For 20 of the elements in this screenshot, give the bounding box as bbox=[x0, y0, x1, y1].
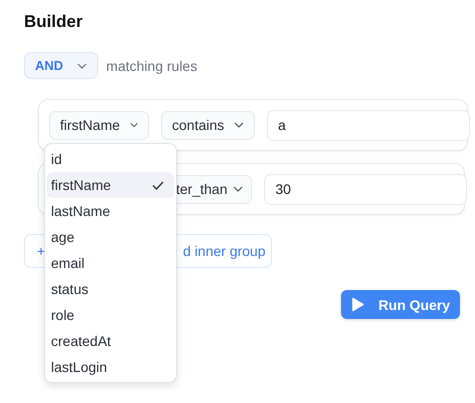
menu-item[interactable]: id bbox=[47, 146, 174, 172]
caret-icon bbox=[130, 122, 138, 128]
value-field[interactable]: 30 bbox=[264, 174, 468, 204]
menu-item[interactable]: role bbox=[47, 302, 174, 328]
combinator-select[interactable]: AND bbox=[24, 52, 98, 79]
caret-icon bbox=[77, 62, 88, 68]
run-query-button[interactable]: Run Query bbox=[341, 290, 460, 319]
menu-item[interactable]: status bbox=[47, 276, 174, 302]
value-field[interactable]: a bbox=[267, 110, 470, 140]
caret-icon bbox=[234, 122, 244, 128]
combinator-label: matching rules bbox=[106, 58, 198, 74]
play-icon bbox=[351, 297, 364, 312]
operator-select[interactable]: contains bbox=[161, 110, 255, 140]
check-icon bbox=[152, 180, 164, 190]
menu-item[interactable]: firstName bbox=[47, 172, 174, 198]
caret-icon bbox=[233, 186, 244, 192]
menu-item[interactable]: lastLogin bbox=[47, 354, 174, 380]
menu-item[interactable]: createdAt bbox=[47, 328, 174, 354]
page-title: Builder bbox=[24, 11, 84, 33]
field-select[interactable]: firstName bbox=[49, 110, 149, 140]
